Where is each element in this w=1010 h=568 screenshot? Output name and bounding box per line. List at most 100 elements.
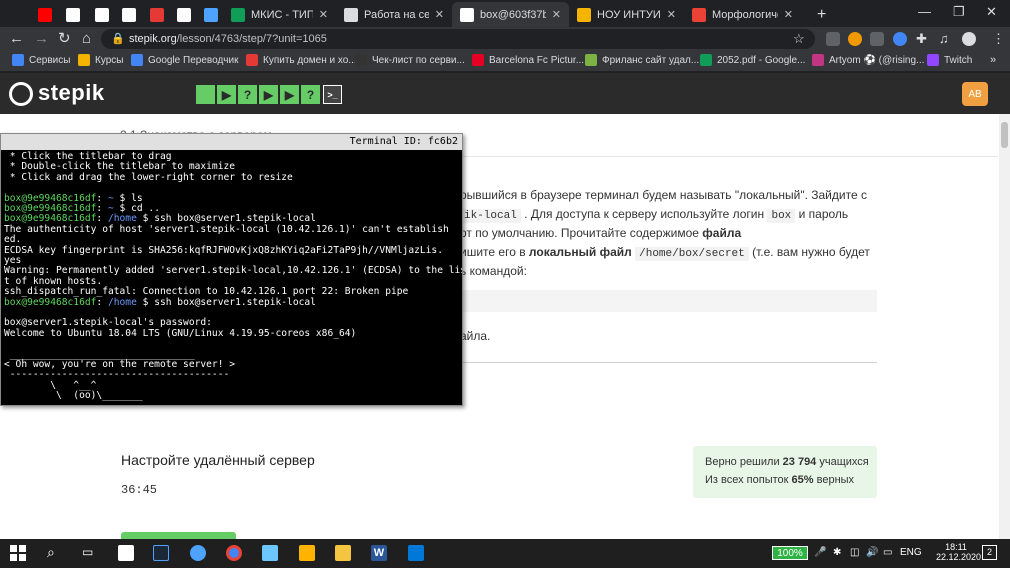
- globe-icon: [122, 7, 136, 22]
- bookmark-label: Google Переводчик: [148, 54, 239, 66]
- close-tab-icon[interactable]: ✕: [552, 8, 561, 21]
- extension-icon[interactable]: [826, 32, 840, 46]
- battery-indicator[interactable]: 100%: [772, 546, 808, 560]
- step-7-button[interactable]: >_: [323, 85, 342, 104]
- browser-tab[interactable]: [196, 2, 223, 27]
- reload-icon[interactable]: ↻: [58, 30, 71, 48]
- browser-tab[interactable]: [142, 2, 169, 27]
- avatar[interactable]: AB: [962, 82, 988, 106]
- word-icon[interactable]: W: [371, 545, 387, 561]
- bookmark-item[interactable]: Twitch: [927, 54, 972, 66]
- virtualbox-icon[interactable]: [262, 545, 278, 561]
- language-indicator[interactable]: ENG: [900, 547, 922, 558]
- drive-icon: [700, 54, 712, 66]
- browser-tab[interactable]: [58, 2, 87, 27]
- terminal-window[interactable]: Terminal ID: fc6b2 * Click the titlebar …: [0, 133, 463, 406]
- step-4-button[interactable]: ▶: [259, 85, 278, 104]
- page-icon: [344, 7, 358, 22]
- apps-icon: [12, 54, 24, 66]
- profile-icon[interactable]: [962, 32, 976, 46]
- page-scrollbar[interactable]: [999, 114, 1010, 539]
- browser-tab[interactable]: НОУ ИНТУИТ | Уч ✕: [569, 2, 684, 27]
- code-block: [460, 290, 877, 312]
- step-1-button[interactable]: [196, 85, 215, 104]
- bookmark-label: Чек-лист по серви...: [372, 54, 465, 66]
- lock-icon[interactable]: 🔒: [111, 32, 125, 45]
- step-6-button[interactable]: ?: [301, 85, 320, 104]
- menu-icon[interactable]: ⋮: [992, 31, 1005, 47]
- terminal-output[interactable]: * Click the titlebar to drag * Double-cl…: [1, 150, 462, 405]
- address-bar[interactable]: 🔒 stepik.org/lesson/4763/step/7?unit=106…: [101, 29, 815, 49]
- bookmarks-bar: Сервисы Курсы Google Переводчик Купить доме…: [0, 51, 1010, 72]
- close-tab-icon[interactable]: ✕: [319, 8, 328, 21]
- browser-tab[interactable]: [30, 2, 58, 27]
- extension-icon[interactable]: [870, 32, 884, 46]
- scrollbar-thumb[interactable]: [1001, 122, 1008, 148]
- step-5-button[interactable]: ▶: [280, 85, 299, 104]
- back-icon[interactable]: ←: [9, 30, 24, 48]
- minimize-icon[interactable]: —: [918, 4, 931, 19]
- stepik-logo-text[interactable]: stepik: [38, 80, 105, 106]
- forward-icon[interactable]: →: [34, 30, 49, 48]
- steam-icon[interactable]: [153, 545, 169, 561]
- twitch-icon: [927, 54, 939, 66]
- browser-tab[interactable]: [87, 2, 114, 27]
- terminal-titlebar[interactable]: Terminal ID: fc6b2: [1, 134, 462, 150]
- browser-tab[interactable]: МКИС - ТИПиС. Л ✕: [223, 2, 336, 27]
- extension-icon[interactable]: [893, 32, 907, 46]
- paint-icon[interactable]: [299, 545, 315, 561]
- submit-button[interactable]: [121, 532, 236, 539]
- more-bookmarks-icon[interactable]: »: [990, 54, 996, 66]
- store-icon[interactable]: [118, 545, 134, 561]
- browser-tab[interactable]: [169, 2, 196, 27]
- battery-icon[interactable]: ▭: [883, 547, 892, 558]
- bookmark-item[interactable]: 2052.pdf - Google...: [700, 54, 805, 66]
- bookmark-label: Фриланс сайт удал...: [602, 54, 700, 66]
- photos-icon[interactable]: [408, 545, 424, 561]
- windows-start-icon[interactable]: [10, 545, 26, 561]
- close-tab-icon[interactable]: ✕: [435, 8, 444, 21]
- extension-icon[interactable]: [848, 32, 862, 46]
- search-icon[interactable]: ⌕: [47, 544, 55, 561]
- step-2-button[interactable]: ▶: [217, 85, 236, 104]
- bookmark-item[interactable]: Чек-лист по серви...: [355, 54, 465, 66]
- clock[interactable]: 18:11 22.12.2020: [936, 542, 981, 562]
- step-3-button[interactable]: ?: [238, 85, 257, 104]
- close-tab-icon[interactable]: ✕: [784, 8, 793, 21]
- new-tab-button[interactable]: +: [809, 2, 834, 27]
- network-icon[interactable]: ◫: [850, 547, 859, 558]
- wifi-icon[interactable]: ✱: [833, 547, 841, 558]
- stepik-logo-icon[interactable]: [9, 82, 33, 106]
- media-icon[interactable]: ♫: [939, 31, 949, 46]
- notifications-icon[interactable]: 2: [982, 545, 997, 560]
- browser-tab[interactable]: Морфологическ ✕: [684, 2, 801, 27]
- browser-tab[interactable]: Работа на сервере ✕: [336, 2, 452, 27]
- bookmark-item[interactable]: Фриланс сайт удал...: [585, 54, 699, 66]
- puzzle-icon[interactable]: ✚: [916, 31, 927, 47]
- code-snippet: ik-local: [460, 209, 521, 223]
- terminal-line: Welcome to Ubuntu 18.04 LTS (GNU/Linux 4…: [4, 327, 357, 339]
- bookmark-item[interactable]: Сервисы: [12, 54, 70, 66]
- star-icon[interactable]: ☆: [793, 31, 805, 47]
- bookmark-item[interactable]: Google Переводчик: [131, 54, 238, 66]
- task-view-icon[interactable]: ▭: [82, 545, 93, 559]
- browser-tab[interactable]: [114, 2, 142, 27]
- text-line: рт по умолчанию. Прочитайте содержимое ф…: [460, 226, 742, 240]
- text-line: ik-local . Для доступа к серверу использ…: [460, 207, 848, 223]
- bookmark-item[interactable]: Barcelona Fc Pictur...: [472, 54, 584, 66]
- chart-icon: [66, 7, 80, 22]
- close-window-icon[interactable]: ✕: [986, 4, 997, 20]
- bookmark-label: 2052.pdf - Google...: [717, 54, 806, 66]
- bookmark-item[interactable]: Курсы: [78, 54, 123, 66]
- close-tab-icon[interactable]: ✕: [667, 8, 676, 21]
- bookmark-item[interactable]: Купить домен и хо...: [246, 54, 357, 66]
- chrome-icon[interactable]: [226, 545, 242, 561]
- explorer-icon[interactable]: [335, 545, 351, 561]
- browser-tab[interactable]: box@603f37ba53 ✕: [452, 2, 569, 27]
- mic-icon[interactable]: 🎤: [814, 547, 826, 558]
- restore-icon[interactable]: ❐: [953, 4, 965, 20]
- app-icon[interactable]: [190, 545, 206, 561]
- bookmark-item[interactable]: Artyom ⚽ (@rising...: [812, 54, 924, 66]
- volume-icon[interactable]: 🔊: [866, 547, 878, 558]
- home-icon[interactable]: ⌂: [82, 30, 91, 48]
